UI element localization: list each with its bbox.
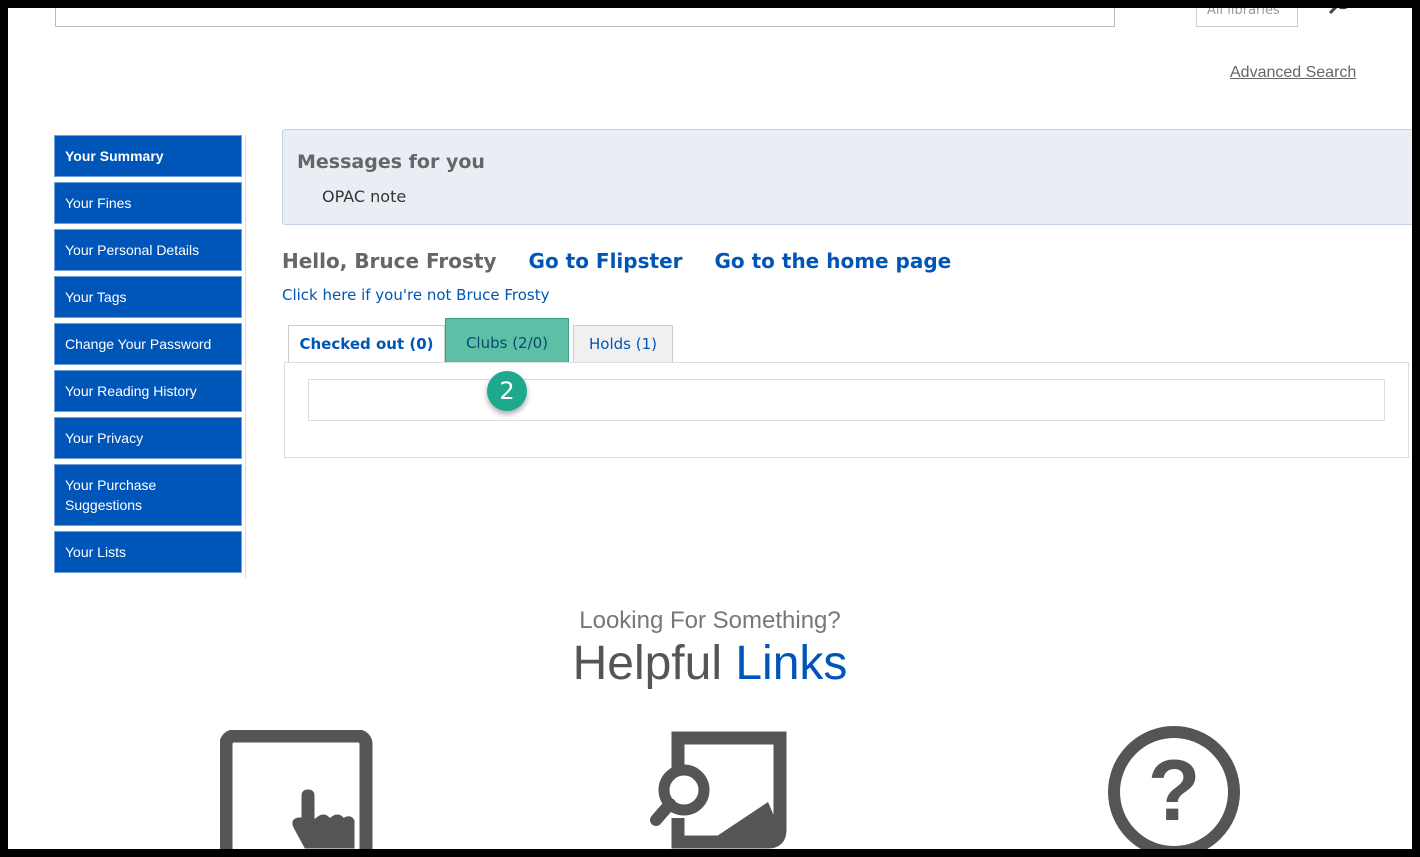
helpful-subtitle: Looking For Something? xyxy=(579,607,841,634)
sidebar-item-change-password[interactable]: Change Your Password xyxy=(54,323,242,365)
sidebar-item-lists[interactable]: Your Lists xyxy=(54,531,242,573)
tab-checked-out[interactable]: Checked out (0) xyxy=(288,325,445,364)
sidebar-item-reading-history[interactable]: Your Reading History xyxy=(54,370,242,412)
svg-text:?: ? xyxy=(1148,743,1201,839)
helpful-links-heading: Helpful Links xyxy=(8,636,1412,691)
tab-holds[interactable]: Holds (1) xyxy=(573,325,673,363)
hello-text: Hello, Bruce Frosty xyxy=(282,249,497,273)
callout-step-badge: 2 xyxy=(487,371,527,411)
home-page-link[interactable]: Go to the home page xyxy=(715,249,952,273)
search-input[interactable] xyxy=(55,8,1115,27)
sidebar-item-privacy[interactable]: Your Privacy xyxy=(54,417,242,459)
sidebar-item-personal-details[interactable]: Your Personal Details xyxy=(54,229,242,271)
sidebar-item-fines[interactable]: Your Fines xyxy=(54,182,242,224)
page-frame: All libraries Advanced Search Your Summa… xyxy=(8,8,1412,849)
advanced-search-link[interactable]: Advanced Search xyxy=(1230,64,1356,82)
tab-content-box xyxy=(308,379,1385,421)
sidebar-item-summary[interactable]: Your Summary xyxy=(54,135,242,177)
account-sidebar: Your Summary Your Fines Your Personal De… xyxy=(54,135,246,578)
opac-note: OPAC note xyxy=(322,187,407,206)
helpful-title-accent: Links xyxy=(735,637,848,690)
messages-title: Messages for you xyxy=(297,151,485,173)
tablet-touch-icon[interactable] xyxy=(220,730,380,849)
sidebar-item-tags[interactable]: Your Tags xyxy=(54,276,242,318)
catalog-search-icon[interactable] xyxy=(648,730,788,849)
not-you-link[interactable]: Click here if you're not Bruce Frosty xyxy=(282,286,549,304)
branch-select[interactable]: All libraries xyxy=(1196,8,1298,27)
greeting-row: Hello, Bruce Frosty Go to Flipster Go to… xyxy=(282,249,951,273)
search-icon[interactable] xyxy=(1322,8,1356,22)
tab-panel xyxy=(284,362,1409,458)
tab-clubs[interactable]: Clubs (2/0) xyxy=(445,318,569,363)
helpful-title-main: Helpful xyxy=(572,637,722,690)
messages-panel: Messages for you OPAC note xyxy=(282,129,1412,225)
sidebar-item-purchase-suggestions[interactable]: Your Purchase Suggestions xyxy=(54,464,242,526)
help-question-icon[interactable]: ? xyxy=(1104,722,1244,849)
flipster-link[interactable]: Go to Flipster xyxy=(529,249,683,273)
